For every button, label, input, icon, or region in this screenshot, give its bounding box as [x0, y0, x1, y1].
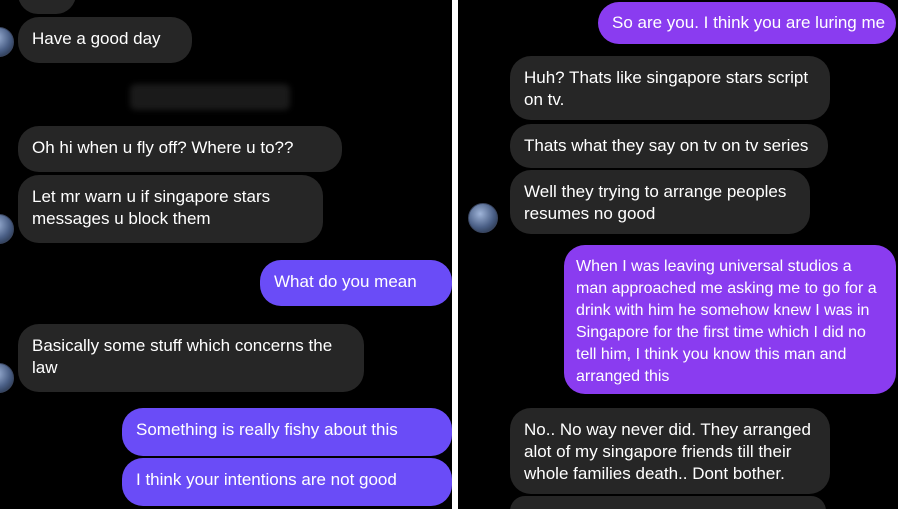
contact-avatar: [468, 203, 498, 233]
sent-message-bubble[interactable]: Something is really fishy about this: [122, 408, 452, 456]
sent-message-bubble[interactable]: So are you. I think you are luring me: [598, 2, 896, 44]
redacted-text: [130, 84, 290, 110]
message-bubble[interactable]: Let mr warn u if singapore stars message…: [18, 175, 323, 243]
right-chat-screenshot: So are you. I think you are luring me Hu…: [458, 0, 898, 509]
message-bubble[interactable]: Basically some stuff which concerns the …: [18, 324, 364, 392]
message-bubble[interactable]: Well they trying to arrange peoples resu…: [510, 170, 810, 234]
message-bubble[interactable]: Oh hi when u fly off? Where u to??: [18, 126, 342, 172]
message-bubble[interactable]: Have a good day: [18, 17, 192, 63]
contact-avatar: [0, 363, 14, 393]
message-bubble[interactable]: Thats what they say on tv on tv series: [510, 124, 828, 168]
sent-message-bubble[interactable]: When I was leaving universal studios a m…: [564, 245, 896, 394]
sent-message-bubble[interactable]: I think your intentions are not good: [122, 458, 452, 506]
contact-avatar: [0, 214, 14, 244]
left-chat-screenshot: Have a good day Oh hi when u fly off? Wh…: [0, 0, 452, 509]
cut-off-message-bubble: [18, 0, 76, 14]
message-bubble[interactable]: No.. No way never did. They arranged alo…: [510, 408, 830, 494]
message-bubble[interactable]: Huh? Thats like singapore stars script o…: [510, 56, 830, 120]
sent-message-bubble[interactable]: What do you mean: [260, 260, 452, 306]
cut-off-message-bubble: [510, 496, 826, 509]
contact-avatar: [0, 27, 14, 57]
